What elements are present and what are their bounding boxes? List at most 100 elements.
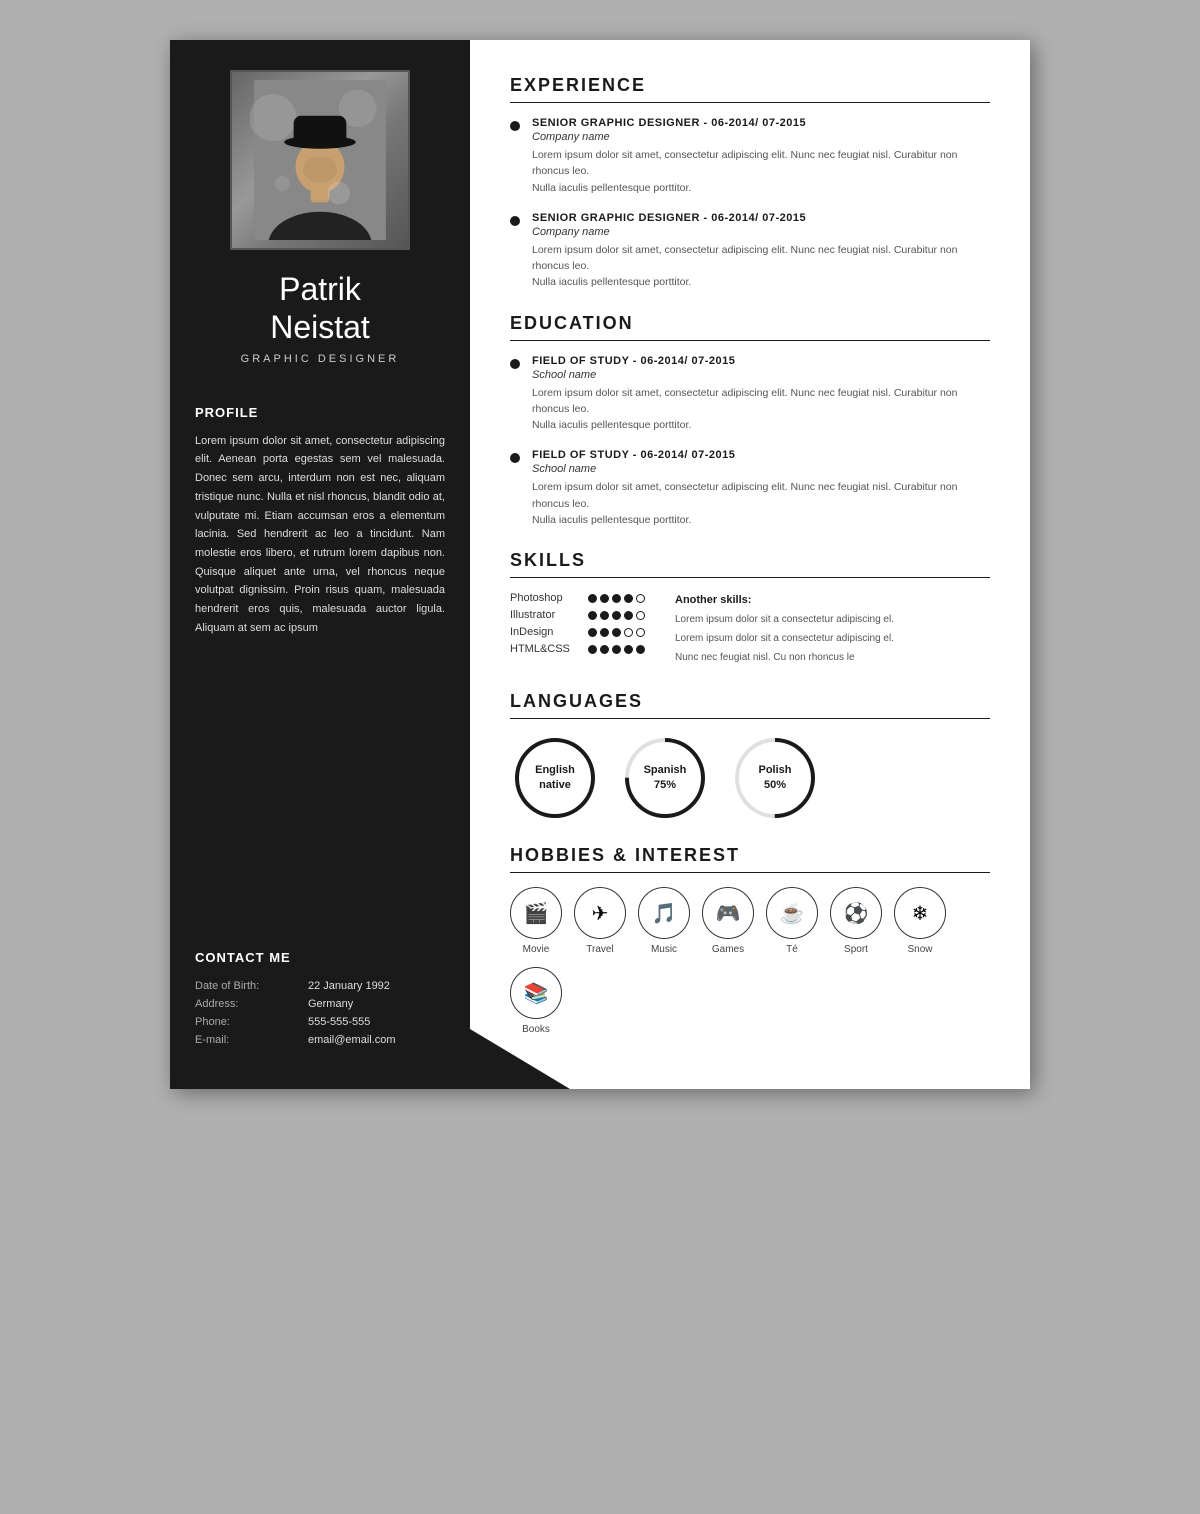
skill-row: Illustrator bbox=[510, 609, 645, 621]
phone-label: Phone: bbox=[195, 1013, 308, 1031]
contact-heading: CONTACT ME bbox=[195, 950, 445, 965]
skill-dot bbox=[624, 628, 633, 637]
hobby-icon-circle: ✈ bbox=[574, 887, 626, 939]
hobby-item: 📚 Books bbox=[510, 967, 562, 1035]
main-content: EXPERIENCE SENIOR GRAPHIC DESIGNER - 06-… bbox=[470, 40, 1030, 1089]
hobby-label: Travel bbox=[586, 944, 613, 955]
entry-title: FIELD OF STUDY - 06-2014/ 07-2015 bbox=[532, 449, 990, 461]
sidebar: Patrik Neistat GRAPHIC DESIGNER PROFILE … bbox=[170, 40, 470, 1089]
skill-dots bbox=[588, 594, 645, 603]
sidebar-triangle-decoration bbox=[470, 1029, 570, 1089]
hobby-icon: ❄ bbox=[912, 901, 929, 926]
language-circle: English native bbox=[510, 733, 600, 823]
hobbies-section: HOBBIES & INTEREST 🎬 Movie ✈ Travel 🎵 Mu… bbox=[510, 845, 990, 1035]
hobby-label: Té bbox=[786, 944, 798, 955]
address-value: Germany bbox=[308, 995, 445, 1013]
entry-content: FIELD OF STUDY - 06-2014/ 07-2015 School… bbox=[532, 449, 990, 528]
skill-dot bbox=[600, 611, 609, 620]
hobby-label: Games bbox=[712, 944, 744, 955]
entry-bullet bbox=[510, 216, 520, 226]
skill-dot bbox=[624, 645, 633, 654]
lang-label: Polish 50% bbox=[758, 763, 791, 794]
contact-phone: Phone: 555-555-555 bbox=[195, 1013, 445, 1031]
entry-company: Company name bbox=[532, 226, 990, 238]
skill-dot bbox=[636, 628, 645, 637]
contact-dob: Date of Birth: 22 January 1992 bbox=[195, 977, 445, 995]
hobby-item: ☕ Té bbox=[766, 887, 818, 955]
hobby-item: ⚽ Sport bbox=[830, 887, 882, 955]
skill-row: InDesign bbox=[510, 626, 645, 638]
hobby-icon-circle: 📚 bbox=[510, 967, 562, 1019]
hobby-icon: 🎵 bbox=[652, 901, 677, 926]
entry-item: SENIOR GRAPHIC DESIGNER - 06-2014/ 07-20… bbox=[510, 212, 990, 291]
skill-row: Photoshop bbox=[510, 592, 645, 604]
education-entries: FIELD OF STUDY - 06-2014/ 07-2015 School… bbox=[510, 355, 990, 529]
skill-dot bbox=[612, 594, 621, 603]
entry-company: School name bbox=[532, 463, 990, 475]
profile-text: Lorem ipsum dolor sit amet, consectetur … bbox=[195, 432, 445, 638]
languages-row: English native Spanish 75% Polish 50% bbox=[510, 733, 990, 823]
entry-desc: Lorem ipsum dolor sit amet, consectetur … bbox=[532, 385, 990, 434]
skill-dots bbox=[588, 628, 645, 637]
skill-dot bbox=[588, 645, 597, 654]
entry-company: Company name bbox=[532, 131, 990, 143]
hobbies-grid: 🎬 Movie ✈ Travel 🎵 Music 🎮 Games ☕ Té ⚽ … bbox=[510, 887, 990, 1035]
entry-content: SENIOR GRAPHIC DESIGNER - 06-2014/ 07-20… bbox=[532, 212, 990, 291]
hobby-icon-circle: ⚽ bbox=[830, 887, 882, 939]
contact-table: Date of Birth: 22 January 1992 Address: … bbox=[195, 977, 445, 1049]
email-value: email@email.com bbox=[308, 1031, 445, 1049]
entry-desc: Lorem ipsum dolor sit amet, consectetur … bbox=[532, 147, 990, 196]
skill-dot bbox=[612, 611, 621, 620]
hobby-item: ✈ Travel bbox=[574, 887, 626, 955]
name-section: Patrik Neistat GRAPHIC DESIGNER bbox=[195, 270, 445, 365]
hobby-icon-circle: ☕ bbox=[766, 887, 818, 939]
hobby-label: Sport bbox=[844, 944, 868, 955]
skill-dots bbox=[588, 611, 645, 620]
full-name: Patrik Neistat bbox=[195, 270, 445, 347]
hobby-icon-circle: ❄ bbox=[894, 887, 946, 939]
hobby-icon: ✈ bbox=[592, 901, 609, 926]
entry-bullet bbox=[510, 453, 520, 463]
phone-value: 555-555-555 bbox=[308, 1013, 445, 1031]
skill-dot bbox=[588, 628, 597, 637]
skill-row: HTML&CSS bbox=[510, 643, 645, 655]
skill-dot bbox=[588, 611, 597, 620]
dob-label: Date of Birth: bbox=[195, 977, 308, 995]
entry-item: FIELD OF STUDY - 06-2014/ 07-2015 School… bbox=[510, 449, 990, 528]
skill-name: InDesign bbox=[510, 626, 582, 638]
contact-address: Address: Germany bbox=[195, 995, 445, 1013]
hobby-item: 🎮 Games bbox=[702, 887, 754, 955]
hobby-item: ❄ Snow bbox=[894, 887, 946, 955]
address-label: Address: bbox=[195, 995, 308, 1013]
hobby-item: 🎬 Movie bbox=[510, 887, 562, 955]
other-skills-list: Lorem ipsum dolor sit a consectetur adip… bbox=[675, 612, 990, 665]
other-skill-item: Nunc nec feugiat nisl. Cu non rhoncus le bbox=[675, 650, 990, 665]
email-label: E-mail: bbox=[195, 1031, 308, 1049]
education-section: EDUCATION FIELD OF STUDY - 06-2014/ 07-2… bbox=[510, 313, 990, 529]
lang-label: Spanish 75% bbox=[644, 763, 687, 794]
profile-photo bbox=[230, 70, 410, 250]
skill-dot bbox=[588, 594, 597, 603]
hobby-icon-circle: 🎮 bbox=[702, 887, 754, 939]
entry-item: FIELD OF STUDY - 06-2014/ 07-2015 School… bbox=[510, 355, 990, 434]
skills-right-col: Another skills: Lorem ipsum dolor sit a … bbox=[675, 592, 990, 669]
entry-bullet bbox=[510, 359, 520, 369]
skill-name: Photoshop bbox=[510, 592, 582, 604]
hobby-icon-circle: 🎵 bbox=[638, 887, 690, 939]
contact-section: CONTACT ME Date of Birth: 22 January 199… bbox=[195, 900, 445, 1049]
hobby-label: Snow bbox=[907, 944, 932, 955]
skills-section: SKILLS Photoshop Illustrator InDesign HT… bbox=[510, 550, 990, 669]
skills-heading: SKILLS bbox=[510, 550, 990, 578]
hobby-icon: ⚽ bbox=[844, 901, 869, 926]
skill-name: HTML&CSS bbox=[510, 643, 582, 655]
language-circle: Polish 50% bbox=[730, 733, 820, 823]
entry-desc: Lorem ipsum dolor sit amet, consectetur … bbox=[532, 242, 990, 291]
language-circle: Spanish 75% bbox=[620, 733, 710, 823]
hobby-icon: 📚 bbox=[524, 981, 549, 1006]
skill-dot bbox=[624, 611, 633, 620]
skill-dot bbox=[624, 594, 633, 603]
hobby-icon-circle: 🎬 bbox=[510, 887, 562, 939]
hobby-label: Movie bbox=[523, 944, 550, 955]
other-skill-item: Lorem ipsum dolor sit a consectetur adip… bbox=[675, 631, 990, 646]
entry-content: SENIOR GRAPHIC DESIGNER - 06-2014/ 07-20… bbox=[532, 117, 990, 196]
